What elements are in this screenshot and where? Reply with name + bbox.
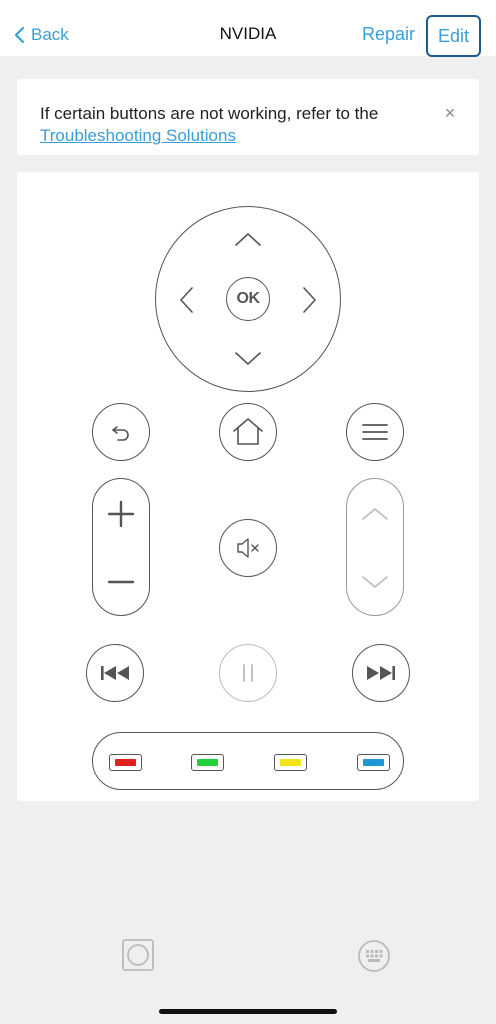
ok-button[interactable]: OK <box>226 277 270 321</box>
hamburger-menu-icon <box>362 424 388 440</box>
keyboard-button[interactable] <box>357 939 391 973</box>
yellow-key-button[interactable] <box>274 754 307 771</box>
home-icon <box>233 418 263 445</box>
plus-icon <box>107 500 135 528</box>
previous-track-button[interactable] <box>86 644 144 702</box>
channel-up-button[interactable] <box>346 494 404 534</box>
touchpad-icon <box>122 939 154 971</box>
home-indicator <box>159 1009 337 1014</box>
remote-control-panel: OK <box>17 172 479 801</box>
dpad-left-button[interactable] <box>175 280 199 320</box>
volume-up-button[interactable] <box>92 492 150 536</box>
ok-label: OK <box>236 290 261 307</box>
chevron-down-icon <box>362 576 388 588</box>
skip-forward-icon <box>367 666 395 680</box>
banner-message: If certain buttons are not working, refe… <box>40 103 440 147</box>
red-swatch <box>115 759 136 766</box>
return-arrow-icon <box>112 426 129 441</box>
volume-down-button[interactable] <box>92 560 150 604</box>
yellow-swatch <box>280 759 301 766</box>
minus-icon <box>107 580 135 584</box>
next-track-button[interactable] <box>352 644 410 702</box>
keyboard-icon <box>358 940 390 972</box>
green-key-button[interactable] <box>191 754 224 771</box>
return-button[interactable] <box>92 403 150 461</box>
blue-swatch <box>363 759 384 766</box>
chevron-up-icon <box>235 233 261 246</box>
play-pause-button[interactable] <box>219 644 277 702</box>
navigation-bar: Back NVIDIA Repair Edit <box>0 0 496 57</box>
skip-back-icon <box>101 666 129 680</box>
close-icon[interactable]: × <box>441 103 459 123</box>
red-key-button[interactable] <box>109 754 142 771</box>
mute-button[interactable] <box>219 519 277 577</box>
chevron-left-icon <box>180 287 193 313</box>
remote-mode-button[interactable] <box>121 938 155 972</box>
chevron-up-icon <box>362 508 388 520</box>
dpad-right-button[interactable] <box>297 280 321 320</box>
chevron-down-icon <box>235 352 261 365</box>
blue-key-button[interactable] <box>357 754 390 771</box>
page-title: NVIDIA <box>219 24 277 43</box>
edit-button[interactable]: Edit <box>426 15 481 57</box>
color-keys-bar <box>92 732 404 790</box>
banner-text: If certain buttons are not working, refe… <box>40 104 379 123</box>
channel-down-button[interactable] <box>346 562 404 602</box>
green-swatch <box>197 759 218 766</box>
dpad-down-button[interactable] <box>228 346 268 370</box>
dpad-up-button[interactable] <box>228 228 268 252</box>
chevron-right-icon <box>303 287 316 313</box>
edit-label: Edit <box>437 25 470 46</box>
troubleshooting-link[interactable]: Troubleshooting Solutions <box>40 125 236 147</box>
home-button[interactable] <box>219 403 277 461</box>
repair-button[interactable]: Repair <box>362 24 415 45</box>
pause-icon <box>243 664 253 682</box>
menu-button[interactable] <box>346 403 404 461</box>
troubleshooting-banner: If certain buttons are not working, refe… <box>17 79 479 155</box>
speaker-mute-icon <box>237 538 259 558</box>
